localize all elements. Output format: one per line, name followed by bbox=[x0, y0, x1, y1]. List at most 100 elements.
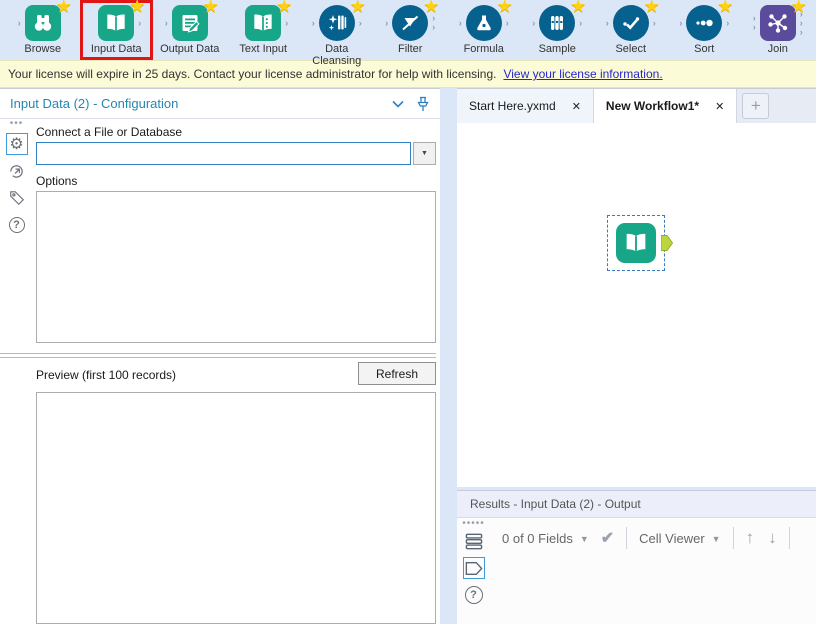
close-icon[interactable]: ✕ bbox=[572, 100, 581, 113]
output-anchor-icon: › bbox=[138, 5, 141, 41]
text-input-icon bbox=[245, 5, 281, 41]
configuration-header: Input Data (2) - Configuration bbox=[0, 89, 440, 119]
tool-formula[interactable]: › › ★ Formula bbox=[447, 0, 521, 60]
preview-box bbox=[36, 392, 436, 624]
data-table-icon[interactable] bbox=[463, 530, 485, 552]
results-toolbar: 0 of 0 Fields ▼ ✔ Cell Viewer ▼ ↑ ↓ bbox=[490, 518, 816, 558]
connect-file-label: Connect a File or Database bbox=[36, 125, 436, 139]
panel-splitter[interactable] bbox=[0, 353, 436, 358]
license-info-link[interactable]: View your license information. bbox=[503, 67, 662, 81]
input-anchor-icon: › bbox=[18, 5, 21, 41]
output-anchor-icon: › bbox=[726, 5, 729, 41]
connect-dropdown-button[interactable]: ▼ bbox=[413, 142, 436, 165]
input-anchor-icon: › bbox=[679, 5, 682, 41]
tool-data-cleansing[interactable]: › › ★ Data Cleansing bbox=[300, 0, 374, 60]
alteryx-designer-window: › ★ Browse bbox=[0, 0, 816, 624]
tab-start-here[interactable]: Start Here.yxmd ✕ bbox=[457, 89, 594, 123]
new-workflow-button[interactable]: + bbox=[742, 93, 769, 119]
workflow-area: Start Here.yxmd ✕ New Workflow1* ✕ + bbox=[457, 88, 816, 624]
fields-status: 0 of 0 Fields bbox=[502, 531, 573, 546]
output-anchor-icon[interactable] bbox=[661, 235, 673, 251]
tool-label: Filter bbox=[398, 43, 422, 55]
close-icon[interactable]: ✕ bbox=[715, 100, 724, 113]
input-data-icon bbox=[616, 223, 656, 263]
tool-browse[interactable]: › ★ Browse bbox=[6, 0, 80, 60]
navigation-arrow-icon[interactable] bbox=[6, 160, 28, 182]
tool-label: Sample bbox=[539, 43, 576, 55]
data-cleansing-icon bbox=[319, 5, 355, 41]
favorite-star-icon: ★ bbox=[570, 0, 586, 15]
tool-select[interactable]: › › ★ Select bbox=[594, 0, 668, 60]
results-icon-strip: ••••• ? bbox=[457, 518, 490, 624]
tool-label: Input Data bbox=[91, 43, 142, 55]
workflow-tab-bar: Start Here.yxmd ✕ New Workflow1* ✕ + bbox=[457, 89, 816, 123]
arrow-down-icon[interactable]: ↓ bbox=[768, 528, 777, 548]
chevron-down-icon[interactable]: ▼ bbox=[712, 534, 721, 544]
filter-icon bbox=[392, 5, 428, 41]
cell-viewer-label[interactable]: Cell Viewer bbox=[639, 531, 705, 546]
input-anchor-icon: ›› bbox=[753, 5, 756, 41]
configuration-panel: Input Data (2) - Configuration ••• ⚙ bbox=[0, 88, 440, 624]
drag-handle-dots-icon[interactable]: ••••• bbox=[462, 520, 485, 528]
help-icon[interactable]: ? bbox=[463, 584, 485, 606]
sample-icon bbox=[539, 5, 575, 41]
refresh-button[interactable]: Refresh bbox=[358, 362, 436, 385]
tool-join[interactable]: ›› ››› ★ bbox=[741, 0, 815, 60]
results-main: 0 of 0 Fields ▼ ✔ Cell Viewer ▼ ↑ ↓ bbox=[490, 518, 816, 624]
tool-sample[interactable]: › › ★ Sample bbox=[521, 0, 595, 60]
results-header: Results - Input Data (2) - Output bbox=[457, 491, 816, 518]
arrow-up-icon[interactable]: ↑ bbox=[746, 528, 755, 548]
output-anchor-icon: › bbox=[579, 5, 582, 41]
settings-gear-icon[interactable]: ⚙ bbox=[6, 133, 28, 155]
select-icon bbox=[613, 5, 649, 41]
collapse-chevron-icon[interactable] bbox=[392, 100, 404, 108]
tab-new-workflow1[interactable]: New Workflow1* ✕ bbox=[594, 89, 737, 123]
configuration-body: ••• ⚙ ? Connect a File or bbox=[0, 119, 440, 624]
checkmark-icon[interactable]: ✔ bbox=[601, 528, 614, 548]
annotation-tag-icon[interactable] bbox=[6, 187, 28, 209]
tool-label: Formula bbox=[464, 43, 504, 55]
license-warning-bar: Your license will expire in 25 days. Con… bbox=[0, 60, 816, 88]
tool-label: Output Data bbox=[160, 43, 219, 55]
output-anchor-icon: › bbox=[653, 5, 656, 41]
tool-filter[interactable]: › ›› ★ Filter bbox=[374, 0, 448, 60]
license-message: Your license will expire in 25 days. Con… bbox=[8, 67, 496, 81]
tab-label: New Workflow1* bbox=[606, 99, 699, 113]
tool-label: Select bbox=[615, 43, 646, 55]
join-icon bbox=[760, 5, 796, 41]
panel-divider[interactable] bbox=[440, 88, 457, 624]
configuration-title: Input Data (2) - Configuration bbox=[10, 96, 380, 111]
help-icon[interactable]: ? bbox=[6, 214, 28, 236]
canvas-input-data-tool[interactable] bbox=[607, 215, 665, 271]
connect-file-input[interactable] bbox=[36, 142, 411, 165]
tool-text-input[interactable]: › ★ Text Input bbox=[227, 0, 301, 60]
browse-icon bbox=[25, 5, 61, 41]
formula-icon bbox=[466, 5, 502, 41]
sort-icon bbox=[686, 5, 722, 41]
options-box bbox=[36, 191, 436, 343]
output-anchor-icon: ›› bbox=[432, 5, 435, 41]
drag-handle-dots-icon[interactable]: ••• bbox=[10, 120, 24, 128]
tool-input-data[interactable]: › ★ Input Data bbox=[80, 0, 154, 60]
tool-label: Sort bbox=[694, 43, 714, 55]
tool-label: Data Cleansing bbox=[312, 43, 361, 67]
toolbar-divider bbox=[626, 527, 627, 549]
chevron-down-icon[interactable]: ▼ bbox=[580, 534, 589, 544]
toolbar-divider bbox=[789, 527, 790, 549]
tool-output-data[interactable]: › ★ Output Data bbox=[153, 0, 227, 60]
input-anchor-icon: › bbox=[385, 5, 388, 41]
configuration-content: Connect a File or Database ▼ Options Pre… bbox=[33, 119, 440, 624]
toolbar-divider bbox=[733, 527, 734, 549]
configuration-icon-strip: ••• ⚙ ? bbox=[0, 119, 33, 624]
output-anchor-icon: ››› bbox=[800, 5, 803, 41]
tool-label: Browse bbox=[24, 43, 61, 55]
tool-palette: › ★ Browse bbox=[0, 0, 816, 60]
workflow-canvas[interactable] bbox=[457, 123, 816, 487]
main-area: Input Data (2) - Configuration ••• ⚙ bbox=[0, 88, 816, 624]
metadata-tag-icon[interactable] bbox=[463, 557, 485, 579]
pin-icon[interactable] bbox=[416, 96, 430, 112]
input-anchor-icon: › bbox=[459, 5, 462, 41]
output-anchor-icon: › bbox=[285, 5, 288, 41]
tool-sort[interactable]: › › ★ Sort bbox=[668, 0, 742, 60]
output-anchor-icon: › bbox=[506, 5, 509, 41]
